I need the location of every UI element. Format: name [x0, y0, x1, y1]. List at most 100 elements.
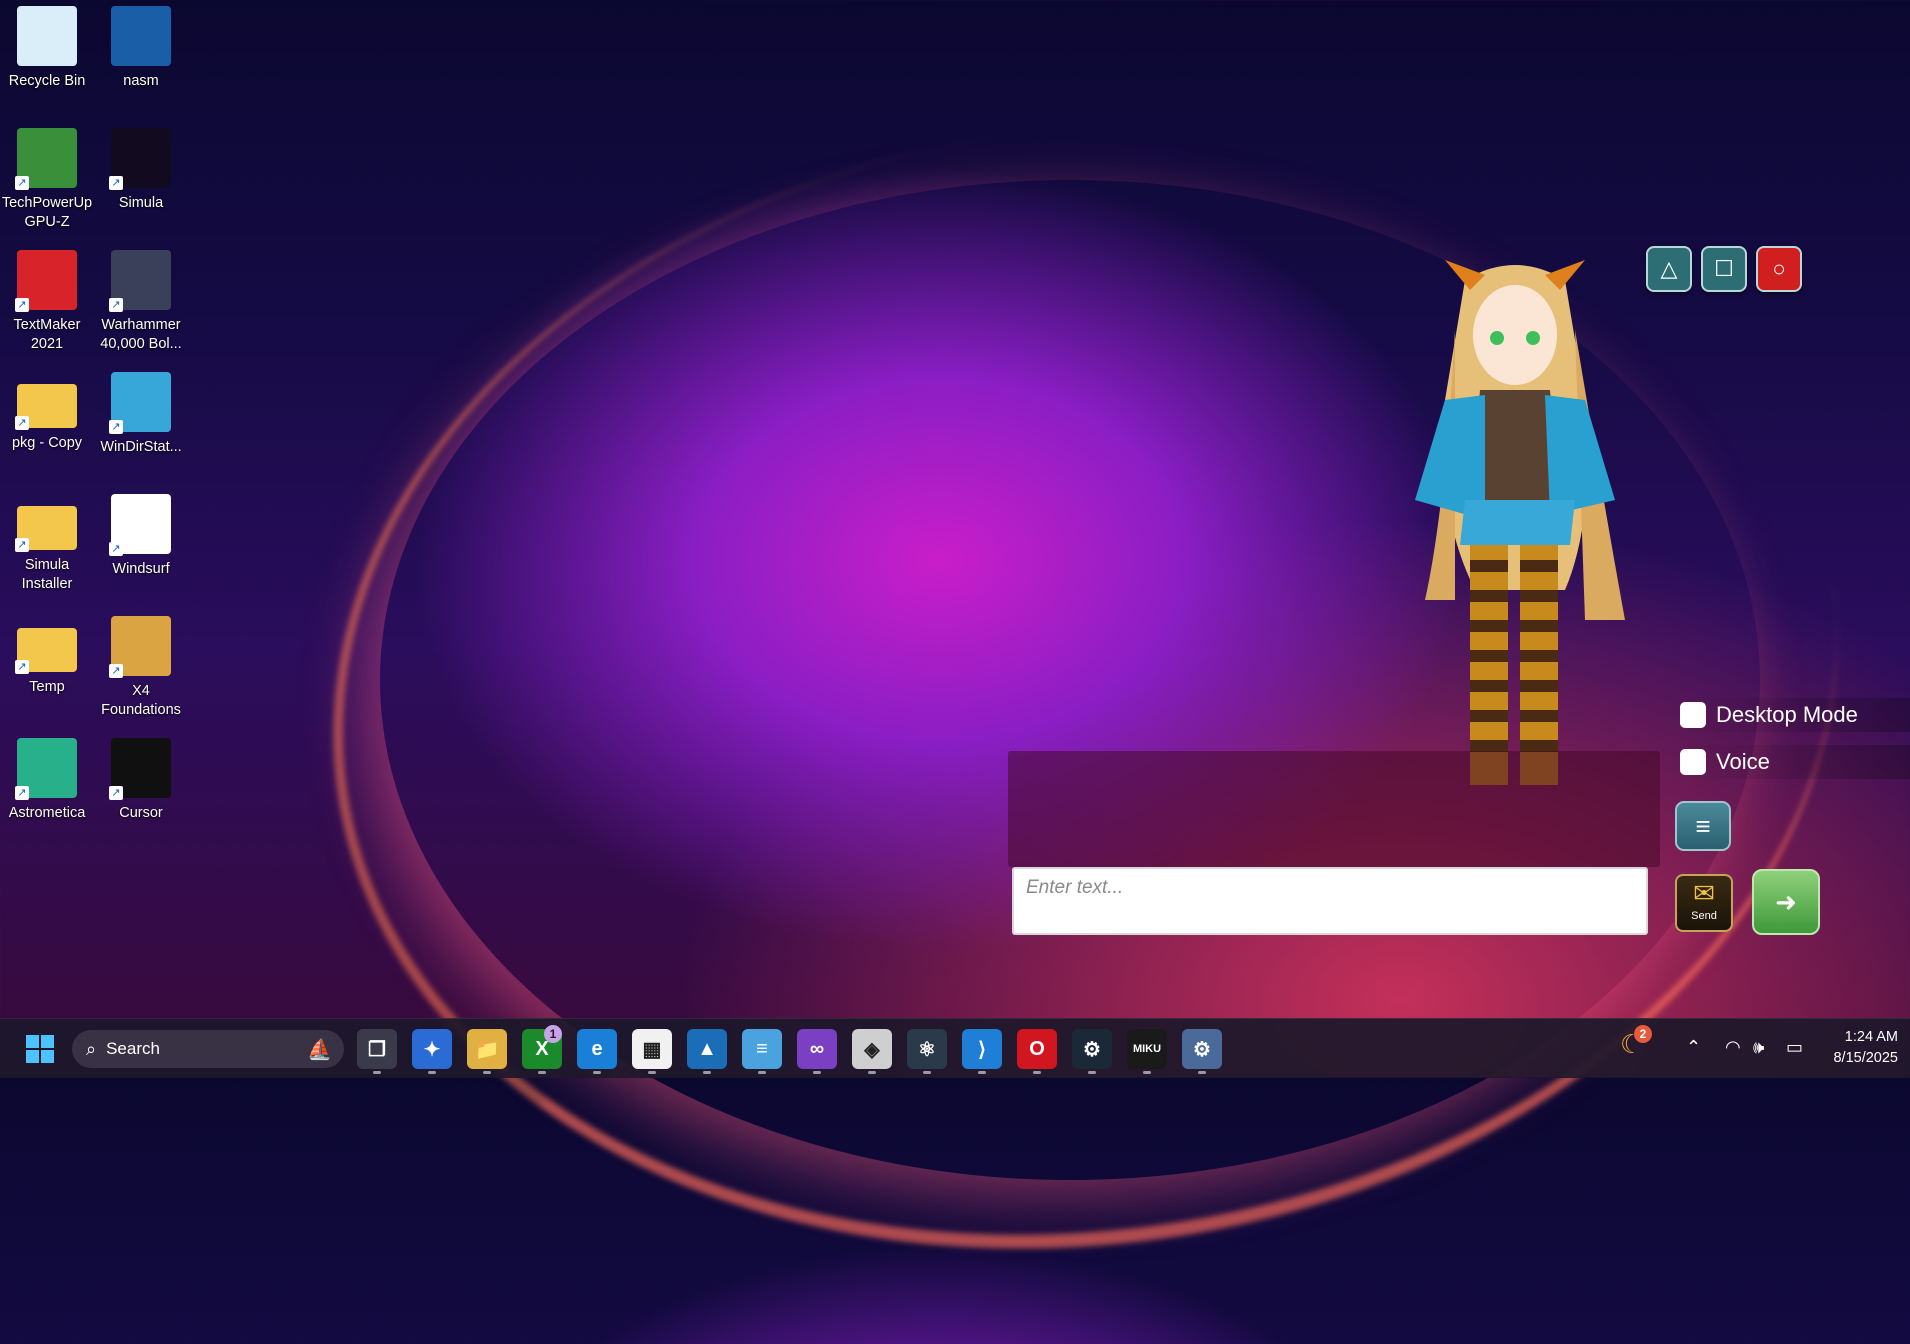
desktop-icon[interactable]: ↗ Temp: [0, 610, 94, 697]
wifi-icon[interactable]: ◠: [1725, 1037, 1741, 1058]
windows-logo-icon: [26, 1035, 54, 1063]
clock-time: 1:24 AM: [1844, 1029, 1898, 1045]
warhammer-icon: ↗: [109, 250, 171, 312]
cursor-icon: ↗: [109, 738, 171, 800]
recycle-bin-icon: [17, 6, 77, 66]
desktop-icon-label: Windsurf: [112, 561, 170, 577]
desktop-icon[interactable]: ↗ Cursor: [94, 732, 188, 823]
desktop-mode-checkbox-row[interactable]: Desktop Mode: [1680, 698, 1910, 732]
vscode-icon[interactable]: ⟩: [962, 1029, 1002, 1069]
nasm-icon: [111, 6, 171, 66]
desktop-icon-label: Warhammer 40,000 Bol...: [100, 317, 182, 352]
notepad-icon[interactable]: ≡: [742, 1029, 782, 1069]
desktop-icon-label: Temp: [29, 679, 65, 695]
running-indicator: [593, 1071, 601, 1074]
running-indicator: [428, 1071, 436, 1074]
edge-icon[interactable]: e: [577, 1029, 617, 1069]
shortcut-arrow-icon: ↗: [109, 176, 123, 190]
electron-icon[interactable]: ⚛: [907, 1029, 947, 1069]
shortcut-arrow-icon: ↗: [15, 176, 29, 190]
desktop-mode-label: Desktop Mode: [1716, 702, 1858, 727]
menu-button[interactable]: ≡: [1675, 801, 1731, 851]
miku-app-icon[interactable]: MIKU: [1127, 1029, 1167, 1069]
astrometica-icon: ↗: [15, 738, 77, 800]
desktop-icon[interactable]: ↗ Simula: [94, 122, 188, 213]
unity-icon[interactable]: ◈: [852, 1029, 892, 1069]
textmaker-icon: ↗: [15, 250, 77, 312]
next-button[interactable]: ➜: [1752, 869, 1820, 935]
battery-icon[interactable]: ▭: [1786, 1037, 1803, 1058]
chat-input[interactable]: Enter text...: [1012, 867, 1648, 935]
desktop-icon-label: Cursor: [119, 805, 163, 821]
volume-icon[interactable]: 🕪: [1753, 1037, 1764, 1058]
shortcut-arrow-icon: ↗: [15, 538, 29, 552]
desktop-icon-label: nasm: [123, 73, 159, 89]
desktop-icon[interactable]: ↗ pkg - Copy: [0, 366, 94, 453]
voice-checkbox[interactable]: [1680, 749, 1706, 775]
desktop-icon[interactable]: ↗ Simula Installer: [0, 488, 94, 594]
desktop-icon-label: WinDirStat...: [100, 439, 182, 455]
desktop-icon[interactable]: ↗ X4 Foundations: [94, 610, 188, 720]
running-indicator: [1033, 1071, 1041, 1074]
wallpaper-arc: [259, 30, 1910, 1344]
desktop-icon[interactable]: ↗ Windsurf: [94, 488, 188, 579]
desktop-icon[interactable]: ↗ TextMaker 2021: [0, 244, 94, 354]
search-icon: ⌕: [86, 1038, 97, 1059]
desktop-mode-checkbox[interactable]: [1680, 702, 1706, 728]
running-indicator: [868, 1071, 876, 1074]
folder-icon: ↗: [15, 628, 77, 674]
chevron-up-icon[interactable]: ⌃: [1686, 1037, 1701, 1058]
shortcut-arrow-icon: ↗: [109, 298, 123, 312]
voice-label: Voice: [1716, 749, 1770, 774]
close-button[interactable]: ○: [1756, 246, 1802, 292]
desktop-icon-label: X4 Foundations: [101, 683, 181, 718]
photos-icon[interactable]: ▲: [687, 1029, 727, 1069]
send-button[interactable]: ✉ Send: [1675, 874, 1733, 932]
weather-badge: 2: [1634, 1025, 1652, 1043]
shortcut-arrow-icon: ↗: [15, 416, 29, 430]
x4-icon: ↗: [109, 616, 171, 678]
voice-checkbox-row[interactable]: Voice: [1680, 745, 1910, 779]
xbox-badge: 1: [544, 1025, 562, 1043]
taskbar-search[interactable]: ⌕ Search ⛵: [72, 1030, 344, 1068]
minimize-button[interactable]: △: [1646, 246, 1692, 292]
start-button[interactable]: [20, 1029, 60, 1069]
folder-icon: ↗: [15, 384, 77, 430]
desktop-icon-label: Simula: [118, 195, 164, 211]
maximize-button[interactable]: ☐: [1701, 246, 1747, 292]
desktop-icon[interactable]: nasm: [94, 0, 188, 91]
shortcut-arrow-icon: ↗: [109, 542, 123, 556]
windirstat-icon: ↗: [109, 372, 171, 434]
settings-icon[interactable]: ⚙: [1182, 1029, 1222, 1069]
running-indicator: [1143, 1071, 1151, 1074]
chat-log: [1008, 751, 1660, 867]
desktop-icon-label: TextMaker 2021: [13, 317, 81, 352]
desktop-icon-label: Astrometica: [8, 805, 86, 821]
running-indicator: [373, 1071, 381, 1074]
hamburger-icon: ≡: [1695, 810, 1711, 841]
desktop-icon[interactable]: ↗ Warhammer 40,000 Bol...: [94, 244, 188, 354]
task-view-icon[interactable]: ❐: [357, 1029, 397, 1069]
desktop-icon-label: Simula Installer: [21, 557, 73, 592]
copilot-icon[interactable]: ✦: [412, 1029, 452, 1069]
visual-studio-icon[interactable]: ∞: [797, 1029, 837, 1069]
desktop-icon[interactable]: ↗ Astrometica: [0, 732, 94, 823]
send-label: Send: [1691, 910, 1717, 922]
running-indicator: [923, 1071, 931, 1074]
shortcut-arrow-icon: ↗: [109, 420, 123, 434]
desktop-icon[interactable]: ↗ TechPowerUp GPU-Z: [0, 122, 94, 232]
shortcut-arrow-icon: ↗: [109, 664, 123, 678]
desktop-icon[interactable]: ↗ WinDirStat...: [94, 366, 188, 457]
desktop-icon[interactable]: Recycle Bin: [0, 0, 94, 91]
steam-icon[interactable]: ⚙: [1072, 1029, 1112, 1069]
running-indicator: [483, 1071, 491, 1074]
shortcut-arrow-icon: ↗: [15, 660, 29, 674]
opera-icon[interactable]: O: [1017, 1029, 1057, 1069]
arrow-right-icon: ➜: [1775, 886, 1797, 917]
running-indicator: [648, 1071, 656, 1074]
shortcut-arrow-icon: ↗: [15, 786, 29, 800]
shortcut-arrow-icon: ↗: [109, 786, 123, 800]
file-explorer-icon[interactable]: 📁: [467, 1029, 507, 1069]
clock[interactable]: 1:24 AM 8/15/2025: [1820, 1027, 1898, 1069]
microsoft-store-icon[interactable]: ▦: [632, 1029, 672, 1069]
